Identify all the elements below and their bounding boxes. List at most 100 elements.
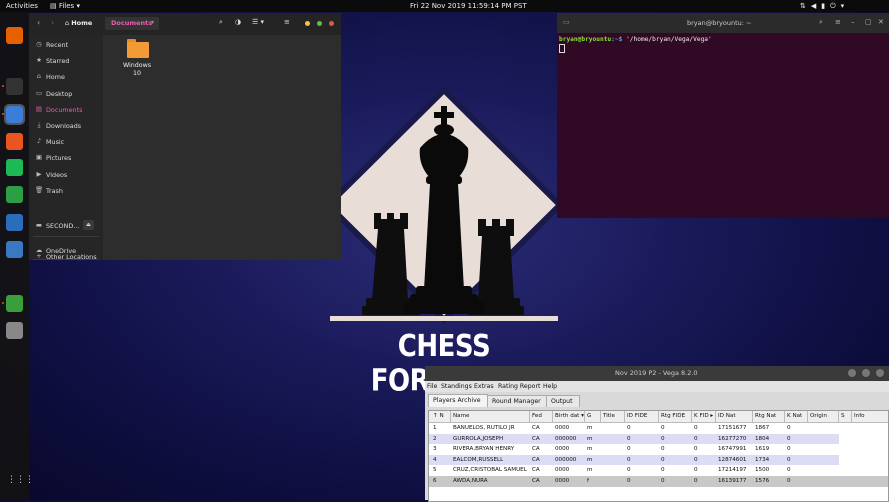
- tray-icons[interactable]: ⇅◀▮⏻▾: [800, 2, 849, 11]
- column-header[interactable]: ID Nat: [718, 413, 736, 419]
- sidebar-item-downloads[interactable]: ⤓ Downloads: [33, 119, 103, 132]
- tab-round-manager[interactable]: Round Manager: [487, 395, 547, 407]
- menu-extras[interactable]: Extras: [474, 383, 494, 390]
- software-center-icon[interactable]: [6, 133, 23, 150]
- tab-output[interactable]: Output: [546, 395, 580, 407]
- clock[interactable]: Fri 22 Nov 2019 11:59:14 PM PST: [410, 2, 527, 10]
- sidebar-item-videos[interactable]: ▶ Videos: [33, 168, 103, 181]
- list-view-icon[interactable]: ☰ ▾: [252, 18, 264, 26]
- spreadsheet-icon[interactable]: [6, 186, 23, 203]
- eject-icon[interactable]: ⏏: [83, 220, 94, 230]
- menu-icon[interactable]: ≡: [835, 18, 841, 26]
- column-header[interactable]: Rtg Nat: [755, 413, 776, 419]
- table-cell: 0: [787, 478, 791, 484]
- system-monitor-icon[interactable]: [6, 241, 23, 258]
- maximize-button[interactable]: [317, 21, 322, 26]
- usb-drive-icon[interactable]: [6, 322, 23, 339]
- table-cell: RIVERA,BRYAN HENRY: [453, 446, 515, 453]
- column-header[interactable]: K FID ▸: [694, 413, 713, 419]
- column-header[interactable]: Name: [453, 413, 470, 419]
- column-header[interactable]: G: [587, 413, 591, 419]
- menu-standings[interactable]: Standings: [441, 383, 472, 390]
- column-header[interactable]: Info: [854, 413, 865, 419]
- column-header[interactable]: Title: [603, 413, 615, 419]
- terminal-window: ▭ bryan@bryountu: ~ ⌕ ≡ – ▢ ✕ bryan@bryo…: [557, 13, 889, 218]
- sidebar-item-label: Documents: [46, 105, 83, 114]
- close-button[interactable]: [876, 369, 884, 377]
- top-bar: Activities ▤ Files ▾ Fri 22 Nov 2019 11:…: [0, 0, 889, 12]
- spotify-icon[interactable]: [6, 159, 23, 176]
- desktop-icon: ▭: [35, 88, 43, 97]
- sidebar-item-music[interactable]: ♪ Music: [33, 135, 103, 148]
- app-menu[interactable]: ▤ Files ▾: [50, 2, 80, 10]
- files-icon[interactable]: [4, 104, 25, 125]
- menu-icon[interactable]: ≡: [284, 18, 290, 26]
- table-cell: 0: [627, 446, 631, 453]
- tab-players-archive[interactable]: Players Archive: [428, 394, 488, 407]
- close-button[interactable]: ✕: [878, 18, 884, 26]
- folder-item[interactable]: Windows 10: [119, 39, 155, 89]
- table-row[interactable]: 3 RIVERA,BRYAN HENRY CA 0000 m 0 0 0 16747991 161…: [429, 444, 888, 455]
- minimize-button[interactable]: [305, 21, 310, 26]
- sidebar-item-home[interactable]: ⌂ Home: [33, 70, 103, 83]
- close-button[interactable]: [329, 21, 334, 26]
- back-button[interactable]: ‹: [37, 18, 40, 27]
- breadcrumb-documents[interactable]: Documents ▾: [105, 17, 159, 30]
- terminal-icon[interactable]: [6, 78, 23, 95]
- menu-help[interactable]: Help: [543, 383, 557, 390]
- column-header[interactable]: K Nat: [787, 413, 802, 419]
- maximize-button[interactable]: [862, 369, 870, 377]
- table-cell: 0: [627, 435, 631, 442]
- column-header[interactable]: ID FIDE: [627, 413, 647, 419]
- table-cell: 0000: [555, 425, 570, 431]
- writer-icon[interactable]: [6, 214, 23, 231]
- sidebar-item-desktop[interactable]: ▭ Desktop: [33, 87, 103, 100]
- column-header[interactable]: Rtg FIDE: [661, 413, 685, 419]
- table-cell: 0: [787, 446, 791, 453]
- menu-rating-report[interactable]: Rating Report: [498, 383, 540, 390]
- sidebar-item-trash[interactable]: 🗑 Trash: [33, 184, 103, 197]
- column-header[interactable]: S: [841, 413, 845, 419]
- table-cell: m: [587, 467, 593, 474]
- activities-button[interactable]: Activities: [6, 2, 38, 10]
- sidebar-item-documents[interactable]: ▤ Documents: [33, 103, 103, 116]
- column-divider: [658, 411, 659, 422]
- search-icon[interactable]: ⌕: [219, 18, 223, 27]
- table-cell: 1576: [755, 478, 770, 484]
- table-row[interactable]: 4 EALCOM,RUSSELL CA 000000 m 0 0 0 12874601 1734 0: [429, 454, 888, 466]
- table-cell: m: [587, 446, 593, 453]
- table-cell: 1619: [755, 446, 770, 453]
- table-cell: 0: [694, 435, 698, 442]
- column-header[interactable]: Origin: [810, 413, 827, 419]
- column-header[interactable]: Fed: [532, 413, 542, 419]
- forward-button[interactable]: ›: [51, 18, 54, 27]
- table-row[interactable]: 6 AWDA,NURA CA 0000 f 0 0 0 16139177 1576 0: [429, 476, 888, 487]
- menu-file[interactable]: File: [427, 383, 437, 390]
- sidebar-item-recent[interactable]: ◷ Recent: [33, 38, 103, 51]
- table-cell: 0: [694, 456, 698, 463]
- show-apps-button[interactable]: ⋮⋮⋮: [7, 476, 34, 492]
- maximize-button[interactable]: ▢: [865, 18, 872, 26]
- view-options-icon[interactable]: ◑: [235, 18, 241, 26]
- table-cell: 1500: [755, 467, 770, 474]
- minimize-button[interactable]: [848, 369, 856, 377]
- column-header[interactable]: ↑ N: [433, 413, 444, 419]
- table-row[interactable]: 2 GURROLA,JOSEPH CA 000000 m 0 0 0 16277270 1804 0: [429, 433, 888, 445]
- minimize-button[interactable]: –: [851, 18, 855, 26]
- sidebar-item-drive[interactable]: ▬ SECOND... ⏏: [33, 219, 103, 232]
- breadcrumb-home[interactable]: ⌂ Home: [65, 19, 92, 27]
- firefox-icon[interactable]: [6, 27, 23, 44]
- drive-icon: ▬: [35, 221, 43, 229]
- vega-app-icon[interactable]: [6, 295, 23, 312]
- sidebar-item-other-locations[interactable]: + Other Locations: [33, 250, 103, 263]
- search-icon[interactable]: ⌕: [819, 18, 823, 27]
- terminal-body[interactable]: bryan@bryountu:~$ '/home/bryan/Vega/Vega…: [557, 33, 889, 218]
- table-row[interactable]: 1 BANUELOS, RUTILO JR CA 0000 m 0 0 0 17151677 18…: [429, 423, 888, 434]
- table-cell: 000000: [555, 435, 577, 442]
- table-row[interactable]: 5 CRUZ,CRISTOBAL SAMUEL CA 0000 m 0 0 0 17214197…: [429, 465, 888, 476]
- column-divider: [600, 411, 601, 422]
- sidebar-item-starred[interactable]: ★ Starred: [33, 54, 103, 67]
- sidebar-item-pictures[interactable]: ▣ Pictures: [33, 151, 103, 164]
- column-header[interactable]: Birth dat ▾: [555, 413, 584, 419]
- vega-tabbar: Players Archive Round Manager Output: [425, 392, 889, 407]
